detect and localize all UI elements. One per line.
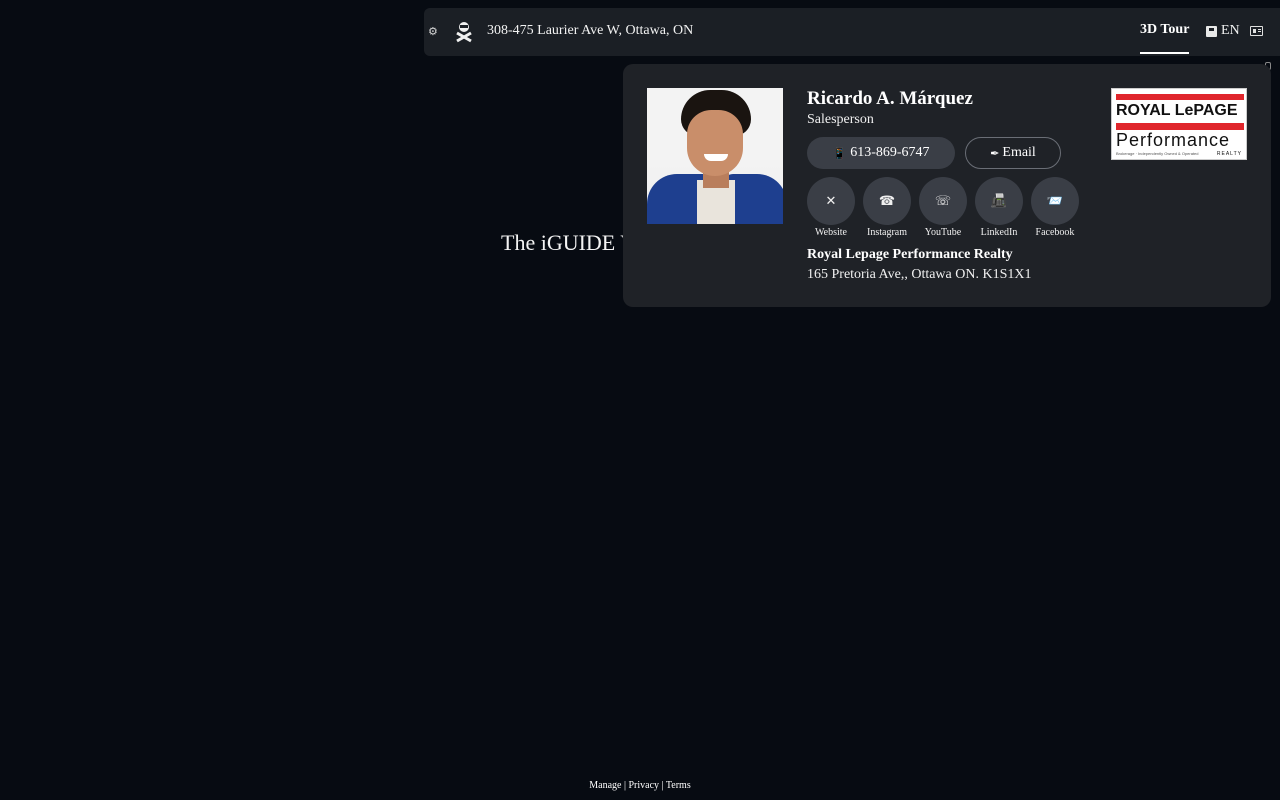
brokerage-logo: ROYAL LePAGE Performance Brokerage · Ind… bbox=[1111, 88, 1247, 160]
agent-photo bbox=[647, 88, 783, 224]
footer-separator: | bbox=[661, 780, 664, 791]
social-label: Website bbox=[815, 227, 847, 238]
logo-red-bar bbox=[1116, 123, 1244, 130]
agent-card: Ricardo A. Márquez Salesperson 📱 613-869… bbox=[623, 64, 1271, 307]
phone-number: 613-869-6747 bbox=[850, 145, 930, 160]
phone-receiver-icon: ☏ bbox=[919, 177, 967, 225]
contact-card-icon[interactable] bbox=[1250, 26, 1263, 36]
pen-icon: ✒ bbox=[990, 147, 1000, 160]
property-address: 308-475 Laurier Ave W, Ottawa, ON bbox=[487, 23, 694, 38]
language-label: EN bbox=[1221, 23, 1240, 38]
envelope-icon: 📨 bbox=[1031, 177, 1079, 225]
telephone-icon: ☎ bbox=[863, 177, 911, 225]
active-tab-indicator bbox=[1140, 52, 1189, 54]
email-button[interactable]: ✒ Email bbox=[965, 137, 1061, 169]
social-label: Instagram bbox=[867, 227, 907, 238]
top-bar: ⚙ 308-475 Laurier Ave W, Ottawa, ON 3D T… bbox=[424, 8, 1280, 56]
social-links: ✕ Website ☎ Instagram ☏ YouTube 📠 Linked… bbox=[807, 177, 1079, 238]
phone-icon: 📱 bbox=[832, 147, 847, 160]
privacy-link[interactable]: Privacy bbox=[628, 780, 659, 791]
social-label: LinkedIn bbox=[980, 227, 1018, 238]
manage-link[interactable]: Manage bbox=[589, 780, 621, 791]
logo-realty: REALTY bbox=[1216, 151, 1242, 157]
logo-wordmark: ROYAL LePAGE bbox=[1116, 102, 1238, 119]
brokerage-address: 165 Pretoria Ave,, Ottawa ON. K1S1X1 bbox=[807, 267, 1032, 282]
gear-icon[interactable]: ⚙ bbox=[428, 25, 438, 38]
tab-3d-tour[interactable]: 3D Tour bbox=[1140, 22, 1189, 38]
fax-icon: 📠 bbox=[975, 177, 1023, 225]
agent-name: Ricardo A. Márquez bbox=[807, 88, 973, 109]
logo-red-bar bbox=[1116, 94, 1244, 100]
brokerage-name: Royal Lepage Performance Realty bbox=[807, 247, 1013, 262]
language-icon bbox=[1206, 25, 1217, 37]
terms-link[interactable]: Terms bbox=[666, 780, 691, 791]
instagram-link[interactable]: ☎ Instagram bbox=[863, 177, 911, 238]
youtube-link[interactable]: ☏ YouTube bbox=[919, 177, 967, 238]
social-label: YouTube bbox=[924, 227, 962, 238]
email-label: Email bbox=[1002, 145, 1036, 160]
call-button[interactable]: 📱 613-869-6747 bbox=[807, 137, 955, 169]
agent-title: Salesperson bbox=[807, 112, 874, 127]
logo-tagline: Brokerage · Independently Owned & Operat… bbox=[1116, 151, 1199, 156]
language-selector[interactable]: EN bbox=[1206, 23, 1240, 39]
facebook-link[interactable]: 📨 Facebook bbox=[1031, 177, 1079, 238]
social-label: Facebook bbox=[1035, 227, 1075, 238]
logo-performance: Performance bbox=[1116, 130, 1231, 150]
iguide-logo-icon[interactable] bbox=[455, 21, 473, 43]
website-link[interactable]: ✕ Website bbox=[807, 177, 855, 238]
footer: Manage | Privacy | Terms bbox=[0, 780, 1280, 791]
x-icon: ✕ bbox=[807, 177, 855, 225]
linkedin-link[interactable]: 📠 LinkedIn bbox=[975, 177, 1023, 238]
footer-separator: | bbox=[623, 780, 626, 791]
